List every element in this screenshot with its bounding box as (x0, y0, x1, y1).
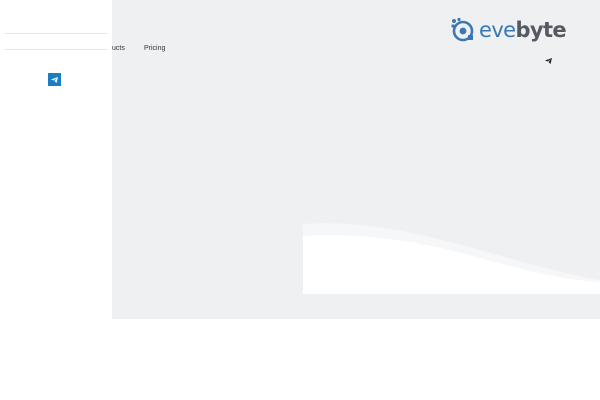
telegram-button[interactable] (48, 73, 61, 86)
brand-name: evebyte (479, 17, 567, 43)
nav-link-products[interactable]: ucts (112, 44, 125, 53)
telegram-icon (51, 76, 58, 83)
drawer-divider (4, 49, 108, 50)
nav-link-pricing[interactable]: Pricing (144, 44, 165, 53)
mobile-menu-drawer (0, 0, 112, 400)
brand-name-part2: byte (515, 18, 567, 42)
page: evebyte ucts Pricing (0, 0, 600, 400)
brand-logo[interactable]: evebyte (450, 17, 567, 43)
hero-wave-shape (303, 223, 600, 294)
drawer-divider (4, 33, 108, 34)
paper-plane-icon[interactable] (545, 58, 552, 64)
evebyte-logo-icon (451, 17, 474, 42)
brand-name-part1: eve (479, 18, 516, 42)
